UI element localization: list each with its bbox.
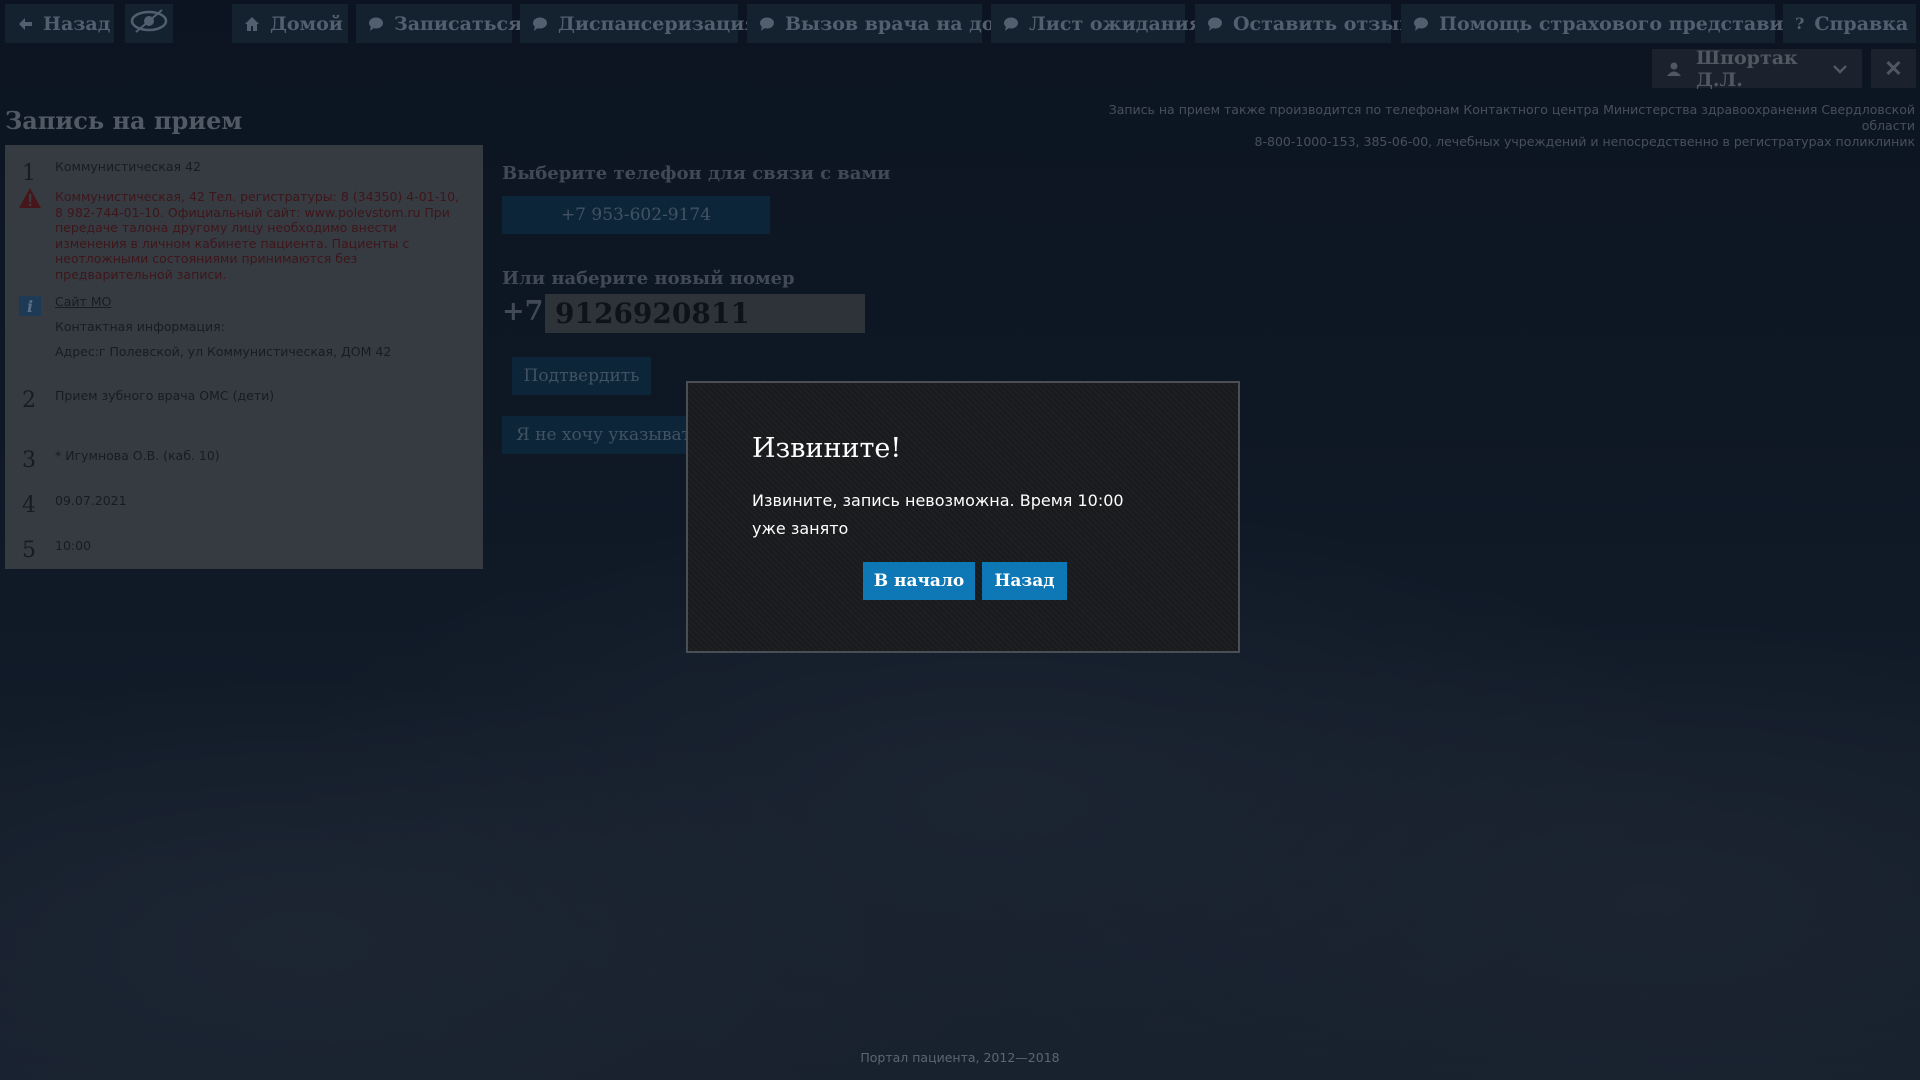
footer-copyright: Портал пациента, 2012—2018 — [860, 1050, 1060, 1065]
to-start-button[interactable]: В начало — [863, 562, 975, 600]
dialog-title: Извините! — [752, 433, 902, 464]
dialog-back-button[interactable]: Назад — [982, 562, 1067, 600]
dialog-message: Извините, запись невозможна. Время 10:00… — [752, 491, 1124, 538]
error-dialog: Извините! Извините, запись невозможна. В… — [686, 381, 1240, 653]
